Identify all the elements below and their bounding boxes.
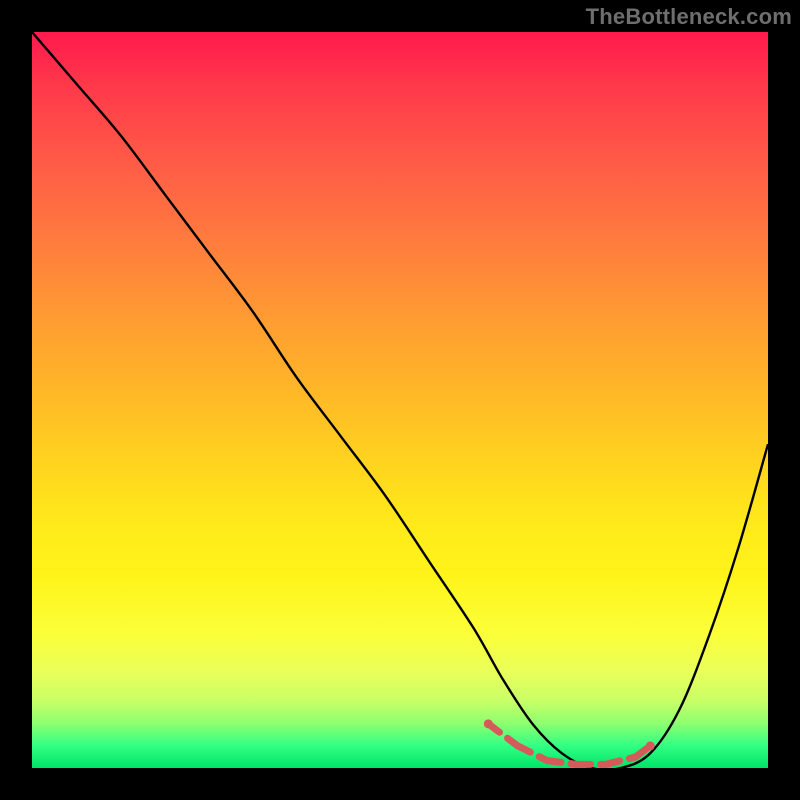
marker-layer <box>32 32 768 768</box>
watermark-text: TheBottleneck.com <box>586 4 792 30</box>
chart-frame: TheBottleneck.com <box>0 0 800 800</box>
optimal-range-marker <box>484 719 655 764</box>
plot-area <box>32 32 768 768</box>
